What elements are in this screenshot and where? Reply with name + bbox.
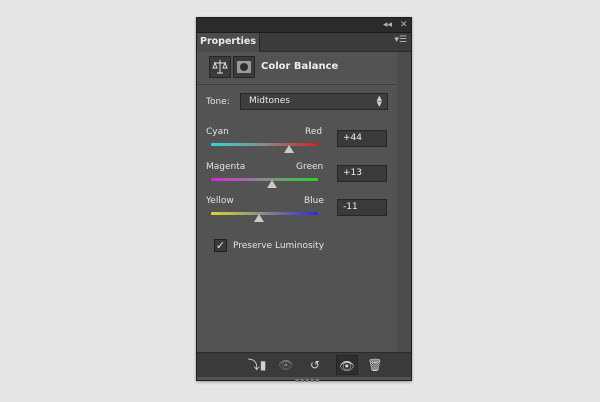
- close-icon[interactable]: ✕: [400, 19, 408, 31]
- tone-select[interactable]: Midtones ▲ ▼: [240, 93, 388, 110]
- cyan-red-slider-track[interactable]: [211, 143, 318, 146]
- cyan-label: Cyan: [206, 127, 229, 137]
- panel-footer: ⤵▮ 👁 ↺ 👁 🗑: [197, 352, 411, 377]
- red-label: Red: [305, 127, 323, 137]
- yellow-blue-value-field[interactable]: -11: [337, 199, 387, 216]
- checkmark-icon: ✓: [215, 239, 226, 252]
- magenta-label: Magenta: [206, 162, 246, 172]
- panel-content: Color Balance Tone: Midtones ▲ ▼ Cyan Red…: [197, 52, 411, 352]
- visibility-eye-icon[interactable]: 👁: [336, 355, 358, 375]
- trash-icon[interactable]: 🗑: [364, 355, 386, 375]
- panel-menu-icon[interactable]: ▾☰: [394, 35, 407, 45]
- scrollbar-track[interactable]: [397, 52, 411, 352]
- tab-properties[interactable]: Properties: [197, 33, 260, 52]
- updown-arrows-icon: ▲ ▼: [376, 94, 382, 108]
- adjustment-title: Color Balance: [261, 61, 339, 72]
- tab-row: Properties ▾☰: [197, 33, 411, 52]
- panel-titlebar: ◂◂ ✕: [197, 18, 411, 33]
- reset-icon[interactable]: ↺: [304, 355, 326, 375]
- balance-scale-icon-svg: [212, 60, 228, 74]
- magenta-green-value-field[interactable]: +13: [337, 165, 387, 182]
- yellow-blue-slider-thumb[interactable]: [254, 214, 264, 222]
- cyan-red-slider-thumb[interactable]: [284, 145, 294, 153]
- cyan-red-value-field[interactable]: +44: [337, 130, 387, 147]
- clip-to-layer-icon[interactable]: ⤵▮: [246, 355, 268, 375]
- preserve-luminosity-label[interactable]: Preserve Luminosity: [233, 241, 324, 251]
- tone-label: Tone:: [206, 97, 230, 107]
- double-left-arrow-icon[interactable]: ◂◂: [383, 19, 392, 31]
- mask-icon[interactable]: [233, 56, 255, 78]
- tone-selected-value: Midtones: [249, 96, 290, 106]
- blue-label: Blue: [304, 196, 324, 206]
- magenta-green-slider-thumb[interactable]: [267, 180, 277, 188]
- properties-panel: ◂◂ ✕ Properties ▾☰ Color Balance Tone: M…: [196, 17, 412, 384]
- preserve-luminosity-checkbox[interactable]: ✓: [214, 239, 227, 252]
- green-label: Green: [296, 162, 324, 172]
- mask-icon-svg: [237, 61, 251, 73]
- balance-scale-icon[interactable]: [209, 56, 231, 78]
- yellow-blue-slider-track[interactable]: [211, 212, 318, 215]
- view-previous-state-icon[interactable]: 👁: [275, 355, 297, 375]
- adjustment-header: Color Balance: [197, 52, 411, 85]
- resize-grip-icon[interactable]: ▪▪▪▪▪: [295, 377, 320, 384]
- magenta-green-slider-track[interactable]: [211, 178, 318, 181]
- yellow-label: Yellow: [206, 196, 234, 206]
